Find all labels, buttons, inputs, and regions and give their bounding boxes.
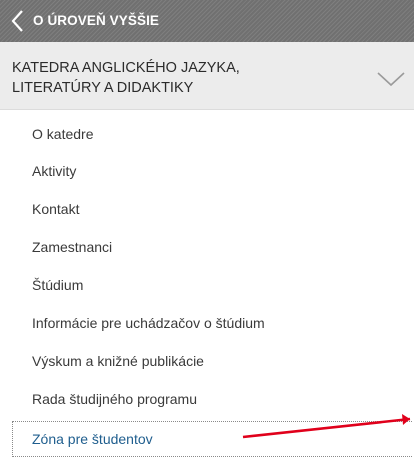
menu-item-aktivity[interactable]: Aktivity — [12, 153, 412, 189]
menu-item-zona-studentov[interactable]: Zóna pre študentov — [12, 421, 412, 457]
chevron-left-icon — [11, 10, 23, 32]
menu-item-studium[interactable]: Štúdium — [12, 267, 412, 303]
menu-item-vyskum-publikacie[interactable]: Výskum a knižné publikácie — [12, 343, 412, 379]
chevron-down-icon — [377, 72, 405, 87]
back-label: O ÚROVEŇ VYŠŠIE — [33, 13, 160, 28]
menu-item-kontakt[interactable]: Kontakt — [12, 191, 412, 227]
menu-item-informacie-uchadzacov[interactable]: Informácie pre uchádzačov o štúdium — [12, 305, 412, 341]
section-header-toggle[interactable]: KATEDRA ANGLICKÉHO JAZYKA, LITERATÚRY A … — [0, 42, 414, 110]
back-to-parent-button[interactable]: O ÚROVEŇ VYŠŠIE — [0, 0, 414, 42]
menu-item-zamestnanci[interactable]: Zamestnanci — [12, 229, 412, 265]
menu-item-rada-programu[interactable]: Rada študijného programu — [12, 381, 412, 417]
menu-item-o-katedre[interactable]: O katedre — [12, 116, 412, 152]
section-title: KATEDRA ANGLICKÉHO JAZYKA, LITERATÚRY A … — [12, 60, 240, 96]
